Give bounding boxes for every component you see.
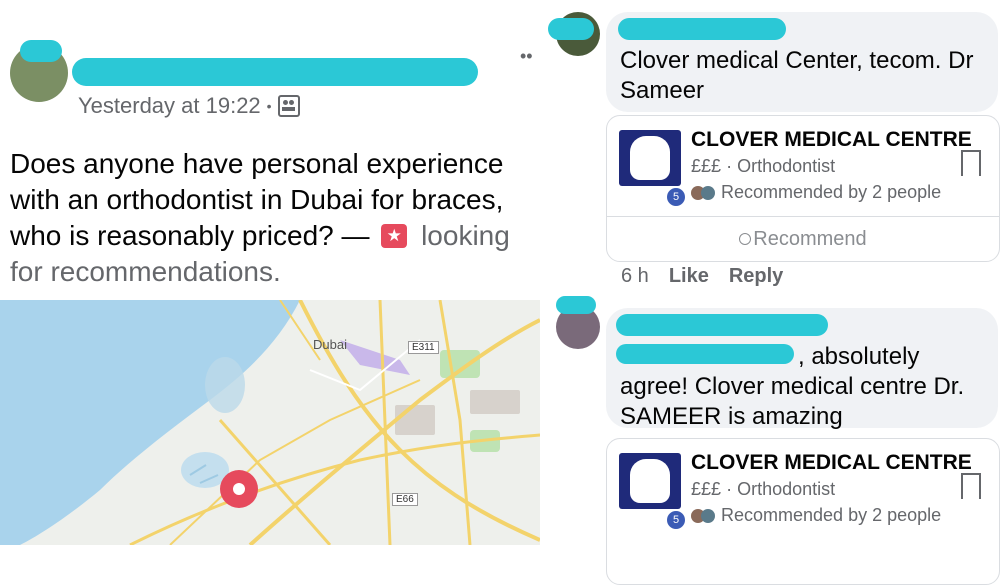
commenter-name-redaction: [616, 314, 828, 336]
category-label: Orthodontist: [737, 156, 836, 176]
recommender-avatar: [701, 185, 715, 200]
group-icon: [277, 95, 300, 117]
map-city-label: Dubai: [313, 337, 347, 352]
place-category: £££ · Orthodontist: [691, 479, 835, 500]
place-category: £££ · Orthodontist: [691, 156, 835, 177]
author-name-redaction: [20, 40, 62, 62]
post-timestamp[interactable]: Yesterday at 19:22: [78, 93, 261, 119]
comment-bubble: Clover medical Center, tecom. Dr Sameer: [606, 12, 998, 112]
map-pin-icon[interactable]: [220, 470, 258, 508]
location-map[interactable]: Dubai E311 E66: [0, 300, 540, 545]
category-separator: ·: [726, 479, 733, 499]
recommended-by: Recommended by 2 people: [691, 505, 941, 526]
bookmark-icon[interactable]: [961, 150, 981, 178]
price-level: £££: [691, 479, 722, 499]
reply-button[interactable]: Reply: [729, 265, 783, 288]
post-body: Does anyone have personal experience wit…: [10, 146, 540, 290]
map-road-label-e66: E66: [392, 493, 418, 506]
place-name[interactable]: CLOVER MEDICAL CENTRE: [691, 451, 972, 475]
category-label: Orthodontist: [737, 479, 836, 499]
map-graphic: [0, 300, 540, 545]
comment-text: Clover medical Center, tecom. Dr Sameer: [620, 47, 974, 104]
star-icon: ★: [381, 223, 408, 248]
price-level: £££: [691, 156, 722, 176]
meta-separator: •: [266, 98, 272, 114]
recommended-text: Recommended by 2 people: [721, 505, 942, 525]
avatar-redaction: [556, 296, 596, 314]
map-road-label-e311: E311: [408, 341, 439, 354]
author-name-redaction: [72, 58, 478, 86]
recommender-avatar: [701, 508, 715, 523]
recommended-text: Recommended by 2 people: [721, 182, 942, 202]
avatar-redaction: [548, 18, 594, 40]
category-separator: ·: [726, 156, 733, 176]
recommend-icon: [739, 233, 752, 245]
tooth-icon: [630, 136, 670, 180]
card-divider: [607, 216, 999, 217]
rating-badge: 5: [665, 186, 687, 208]
comment-bubble: , absolutely agree! Clover medical centr…: [606, 308, 998, 430]
clinic-logo: [619, 130, 681, 186]
comment-actions: 6 h Like Reply: [621, 265, 783, 288]
post-more-options[interactable]: ••: [520, 46, 533, 67]
recommend-label: Recommend: [753, 228, 867, 250]
post-meta: Yesterday at 19:22 •: [78, 93, 300, 119]
recommend-button[interactable]: Recommend: [607, 228, 999, 251]
like-button[interactable]: Like: [669, 265, 709, 288]
place-name[interactable]: CLOVER MEDICAL CENTRE: [691, 128, 972, 152]
comment-time[interactable]: 6 h: [621, 265, 649, 288]
place-card[interactable]: 5 CLOVER MEDICAL CENTRE £££ · Orthodonti…: [606, 438, 1000, 585]
bookmark-icon[interactable]: [961, 473, 981, 501]
clinic-logo: [619, 453, 681, 509]
recommended-by: Recommended by 2 people: [691, 182, 941, 203]
tooth-icon: [630, 459, 670, 503]
rating-badge: 5: [665, 509, 687, 531]
place-card[interactable]: 5 CLOVER MEDICAL CENTRE £££ · Orthodonti…: [606, 115, 1000, 262]
commenter-name-redaction: [618, 18, 786, 40]
comment-text: , absolutely agree! Clover medical centr…: [620, 342, 990, 432]
comment-text-body: , absolutely agree! Clover medical centr…: [620, 343, 965, 430]
